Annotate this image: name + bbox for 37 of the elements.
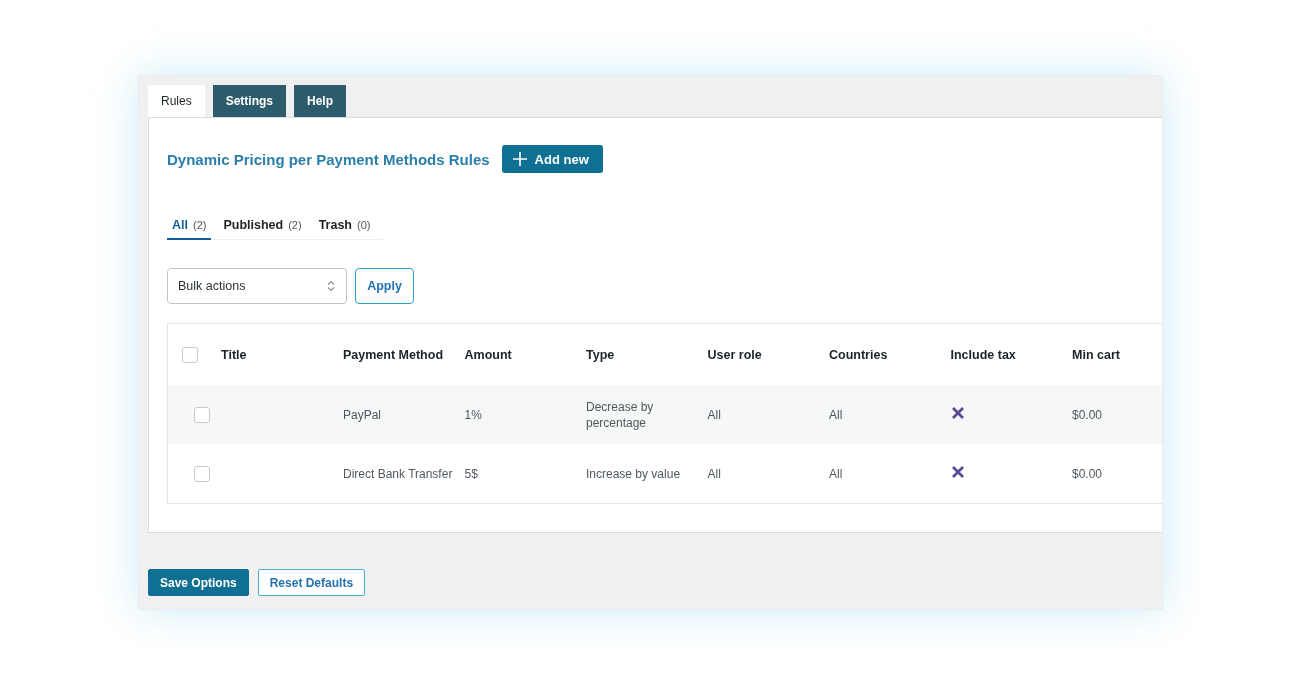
table-cell-text: $0.00 bbox=[1071, 406, 1104, 423]
apply-button[interactable]: Apply bbox=[355, 268, 414, 304]
column-header: Amount bbox=[463, 346, 513, 363]
checkbox[interactable] bbox=[182, 346, 198, 363]
column-header: Type bbox=[585, 346, 616, 363]
table-cell-text: All bbox=[828, 406, 844, 423]
table-cell-text: PayPal bbox=[342, 406, 383, 423]
filter-tab[interactable]: Published (2) bbox=[218, 218, 307, 240]
table-cell-text: Decrease by percentage bbox=[585, 398, 655, 431]
checkbox[interactable] bbox=[194, 406, 210, 423]
table-cell-text: All bbox=[706, 406, 722, 423]
tab[interactable]: Help bbox=[294, 85, 347, 117]
table-cell-text: Direct Bank Transfer bbox=[342, 465, 454, 482]
chevron-icon bbox=[326, 280, 336, 292]
tab[interactable]: Rules bbox=[148, 85, 205, 117]
column-header: Countries bbox=[828, 346, 889, 363]
filter-tab[interactable]: Trash (0) bbox=[313, 218, 376, 240]
column-header: Title bbox=[220, 346, 248, 363]
table-cell-text: 1% bbox=[463, 406, 483, 423]
table-cell-text: All bbox=[828, 465, 844, 482]
plus-icon bbox=[512, 152, 527, 166]
column-header: Min cart bbox=[1071, 346, 1121, 363]
bulk-actions-select[interactable]: Bulk actions bbox=[167, 268, 347, 304]
column-header: Include tax bbox=[949, 346, 1017, 363]
save-button[interactable]: Save Options bbox=[148, 569, 249, 596]
table-cell-text: Increase by value bbox=[585, 465, 682, 482]
reset-button[interactable]: Reset Defaults bbox=[257, 569, 366, 596]
checkbox[interactable] bbox=[194, 465, 210, 482]
table-cell-text: $0.00 bbox=[1071, 465, 1104, 482]
table-cell-text: 5$ bbox=[463, 465, 479, 482]
tab[interactable]: Settings bbox=[212, 85, 287, 117]
table-cell-text: All bbox=[706, 465, 722, 482]
filter-tab[interactable]: All (2) bbox=[167, 218, 212, 240]
column-header: Payment Method bbox=[342, 346, 444, 363]
column-header: User role bbox=[706, 346, 763, 363]
page-heading: Dynamic Pricing per Payment Methods Rules bbox=[167, 150, 490, 168]
add-new-button[interactable]: Add new bbox=[501, 145, 603, 173]
